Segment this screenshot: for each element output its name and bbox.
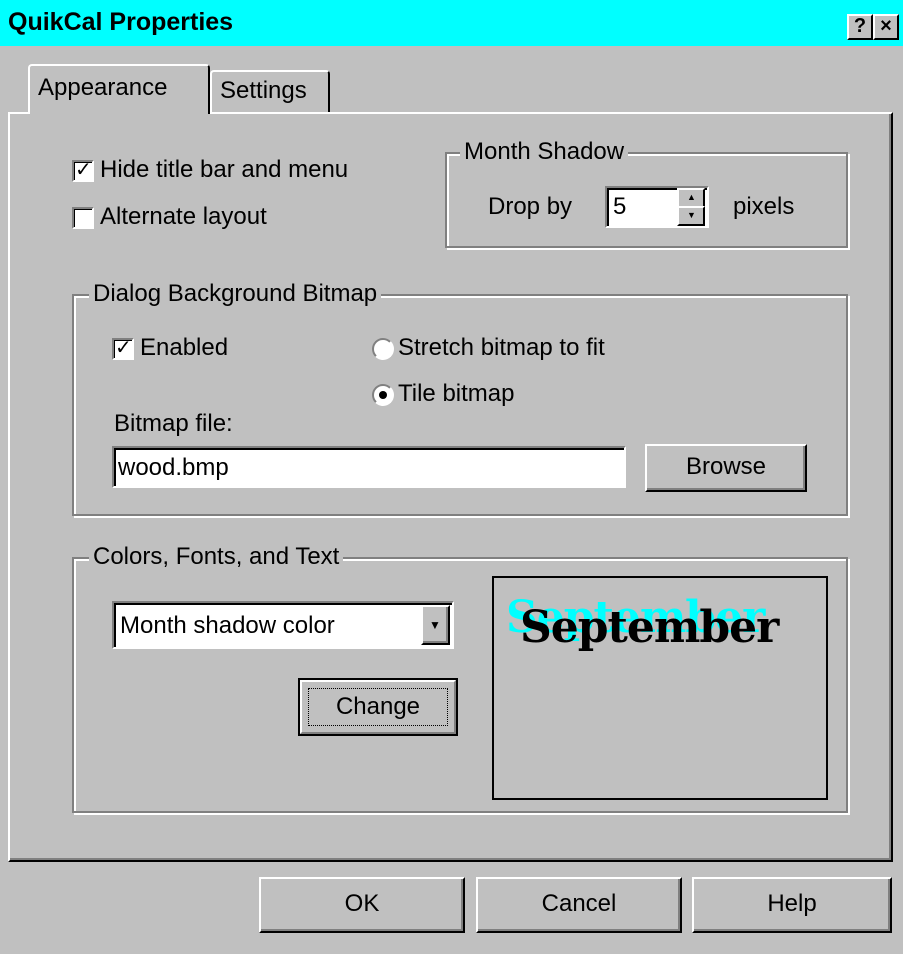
browse-button[interactable]: Browse bbox=[645, 444, 807, 492]
color-item-selected[interactable]: Month shadow color bbox=[120, 612, 335, 640]
alternate-layout-box[interactable] bbox=[72, 207, 94, 229]
tab-settings-label: Settings bbox=[220, 77, 307, 104]
month-shadow-group-label: Month Shadow bbox=[460, 139, 629, 165]
ok-button[interactable]: OK bbox=[259, 877, 465, 933]
browse-button-label: Browse bbox=[685, 453, 767, 480]
cancel-button[interactable]: Cancel bbox=[476, 877, 682, 933]
help-button[interactable]: Help bbox=[692, 877, 892, 933]
check-icon: ✓ bbox=[115, 337, 132, 359]
close-icon[interactable]: × bbox=[873, 14, 899, 40]
tile-bitmap-label: Tile bitmap bbox=[398, 380, 515, 407]
ok-button-label: OK bbox=[344, 890, 380, 917]
help-icon[interactable]: ? bbox=[847, 14, 873, 40]
tab-settings[interactable]: Settings bbox=[210, 70, 330, 112]
bitmap-file-value[interactable]: wood.bmp bbox=[118, 454, 229, 482]
enabled-label: Enabled bbox=[140, 334, 229, 361]
drop-by-label: Drop by bbox=[488, 193, 573, 220]
background-bitmap-group-label: Dialog Background Bitmap bbox=[89, 281, 382, 307]
spin-up-button[interactable]: ▲ bbox=[677, 188, 705, 208]
check-icon: ✓ bbox=[75, 159, 92, 181]
alternate-layout-checkbox[interactable]: Alternate layout bbox=[72, 204, 312, 232]
enabled-checkbox[interactable]: ✓ Enabled bbox=[112, 335, 262, 363]
tile-radio-circle[interactable] bbox=[372, 384, 394, 406]
chevron-down-icon: ▼ bbox=[429, 618, 441, 632]
change-button-focus: Change bbox=[308, 688, 448, 726]
change-button-label: Change bbox=[335, 693, 421, 720]
hide-title-bar-box[interactable]: ✓ bbox=[72, 159, 94, 182]
hide-title-bar-label: Hide title bar and menu bbox=[100, 156, 349, 183]
help-button-label: Help bbox=[767, 890, 817, 917]
preview-month-text: September bbox=[520, 602, 779, 653]
dropdown-button[interactable]: ▼ bbox=[421, 605, 450, 645]
window-title: QuikCal Properties bbox=[8, 8, 234, 36]
drop-by-spinner[interactable]: 5 ▲ ▼ bbox=[605, 186, 709, 228]
tab-appearance[interactable]: Appearance bbox=[28, 64, 210, 114]
cancel-button-label: Cancel bbox=[541, 890, 617, 917]
colors-fonts-text-group-label: Colors, Fonts, and Text bbox=[89, 544, 344, 570]
bitmap-file-input[interactable]: wood.bmp bbox=[112, 446, 626, 488]
tab-appearance-label: Appearance bbox=[38, 74, 168, 101]
spin-down-button[interactable]: ▼ bbox=[677, 206, 705, 226]
chevron-up-icon: ▲ bbox=[687, 192, 696, 202]
stretch-radio-circle[interactable] bbox=[372, 338, 394, 360]
tile-bitmap-radio[interactable]: Tile bitmap bbox=[372, 381, 552, 409]
stretch-bitmap-label: Stretch bitmap to fit bbox=[398, 334, 605, 361]
hide-title-bar-checkbox[interactable]: ✓ Hide title bar and menu bbox=[72, 157, 392, 185]
bitmap-file-label: Bitmap file: bbox=[114, 410, 233, 437]
drop-by-value[interactable]: 5 bbox=[613, 193, 626, 221]
month-preview: September September bbox=[492, 576, 828, 800]
pixels-label: pixels bbox=[733, 193, 795, 220]
enabled-box[interactable]: ✓ bbox=[112, 337, 134, 360]
change-button[interactable]: Change bbox=[298, 678, 458, 736]
color-item-select[interactable]: Month shadow color ▼ bbox=[112, 601, 454, 649]
chevron-down-icon: ▼ bbox=[687, 210, 696, 220]
stretch-bitmap-radio[interactable]: Stretch bitmap to fit bbox=[372, 335, 642, 363]
title-bar[interactable]: QuikCal Properties ? × bbox=[0, 0, 903, 46]
alternate-layout-label: Alternate layout bbox=[100, 203, 267, 230]
radio-dot-icon bbox=[379, 391, 387, 399]
